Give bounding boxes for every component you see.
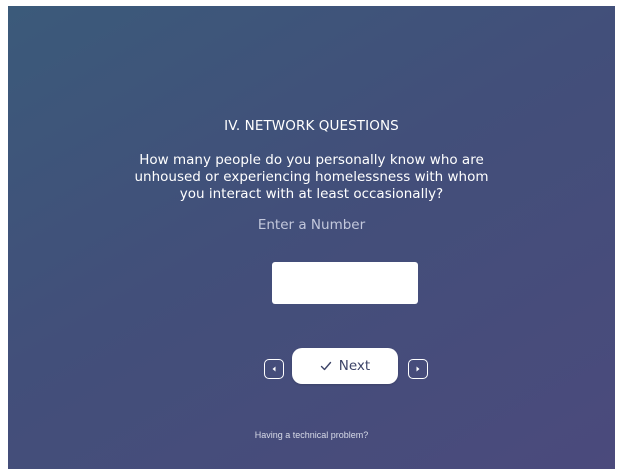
survey-screen: IV. NETWORK QUESTIONS How many people do…	[8, 6, 615, 469]
caret-left-icon	[270, 365, 278, 373]
input-hint: Enter a Number	[257, 217, 366, 233]
number-input[interactable]	[272, 262, 418, 304]
section-title: IV. NETWORK QUESTIONS	[224, 118, 399, 134]
caret-right-icon	[414, 365, 422, 373]
next-button[interactable]: Next	[292, 348, 398, 384]
next-label: Next	[338, 358, 371, 374]
technical-problem-link[interactable]: Having a technical problem?	[8, 430, 615, 440]
question-text: How many people do you personally know w…	[134, 152, 489, 202]
check-icon	[320, 361, 332, 371]
forward-button[interactable]	[408, 359, 428, 379]
previous-button[interactable]	[264, 359, 284, 379]
